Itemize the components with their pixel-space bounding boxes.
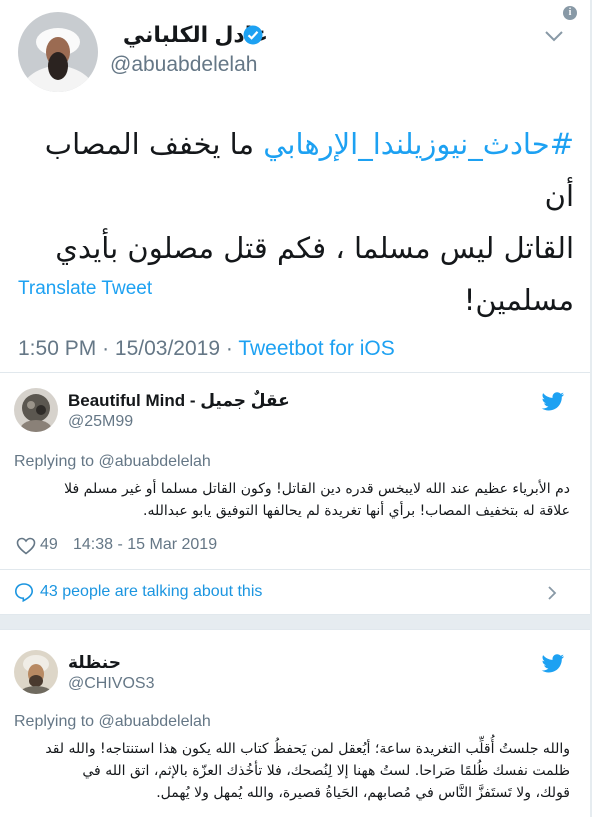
reply-author-name[interactable]: Beautiful Mind - عقلٌ جميل [68,391,290,411]
translate-tweet-link[interactable]: Translate Tweet [18,278,152,300]
author-avatar[interactable] [18,12,98,92]
divider [0,569,592,570]
reply-avatar-image [14,388,58,432]
section-gap [0,615,590,629]
tweet-meta: 1:50 PM · 15/03/2019 · Tweetbot for iOS [18,337,395,361]
tweet-text-line-1: #حادث_نيوزيلندا_الإرهابي ما يخفف المصاب … [18,118,574,222]
replying-to[interactable]: Replying to @abuabdelelah [14,713,211,731]
reply-text-line: والله جلستُ أُقلِّب التغريدة ساعة؛ أيُعق… [45,741,570,757]
like-count: 49 [40,536,58,553]
author-handle[interactable]: @abuabdelelah [110,53,257,77]
reply-text-line: قولك، ولا تَستَفزَّ النَّاس في مُصابهم، … [156,785,570,801]
reply-text: دم الأبرياء عظيم عند الله لايبخس قدره دي… [14,478,570,522]
chevron-right-icon[interactable] [546,585,558,601]
reply-timestamp[interactable]: 14:38 - 15 Mar 2019 [73,536,217,554]
author-avatar-image [18,12,98,92]
info-icon[interactable]: i [563,6,577,20]
reply-author-handle[interactable]: @CHIVOS3 [68,675,154,693]
twitter-bird-icon[interactable] [541,654,565,674]
reply-text-line: علاقة له بتخفيف المصاب! برأي أنها تغريدة… [143,503,570,519]
replying-to[interactable]: Replying to @abuabdelelah [14,453,211,471]
verified-icon [243,25,263,45]
tweet-date[interactable]: 15/03/2019 [115,337,220,360]
chat-bubble-icon [14,583,34,602]
meta-separator: · [225,337,233,360]
conversation-link[interactable]: 43 people are talking about this [40,583,262,601]
meta-separator: · [102,337,110,360]
reply-avatar-image [14,650,58,694]
twitter-bird-icon[interactable] [541,392,565,412]
reply-author-name[interactable]: حنظلة [68,653,121,673]
reply-avatar[interactable] [14,650,58,694]
tweet-text-line-2: القاتل ليس مسلما ، فكم قتل مصلون بأيدي [55,231,574,265]
hashtag-link[interactable]: #حادث_نيوزيلندا_الإرهابي [263,127,574,161]
reply-text-line: دم الأبرياء عظيم عند الله لايبخس قدره دي… [64,481,570,497]
tweet-time[interactable]: 1:50 PM [18,337,96,360]
heart-icon[interactable] [16,537,36,555]
reply-author-handle[interactable]: @25M99 [68,413,133,431]
chevron-down-icon[interactable] [543,28,565,44]
reply-text-line: ظلمت نفسك ظُلمًا صَراحا. لستُ ههنا إلا ل… [82,763,570,779]
reply-avatar[interactable] [14,388,58,432]
tweet-source-link[interactable]: Tweetbot for iOS [238,337,394,360]
reply-text: والله جلستُ أُقلِّب التغريدة ساعة؛ أيُعق… [14,738,570,804]
